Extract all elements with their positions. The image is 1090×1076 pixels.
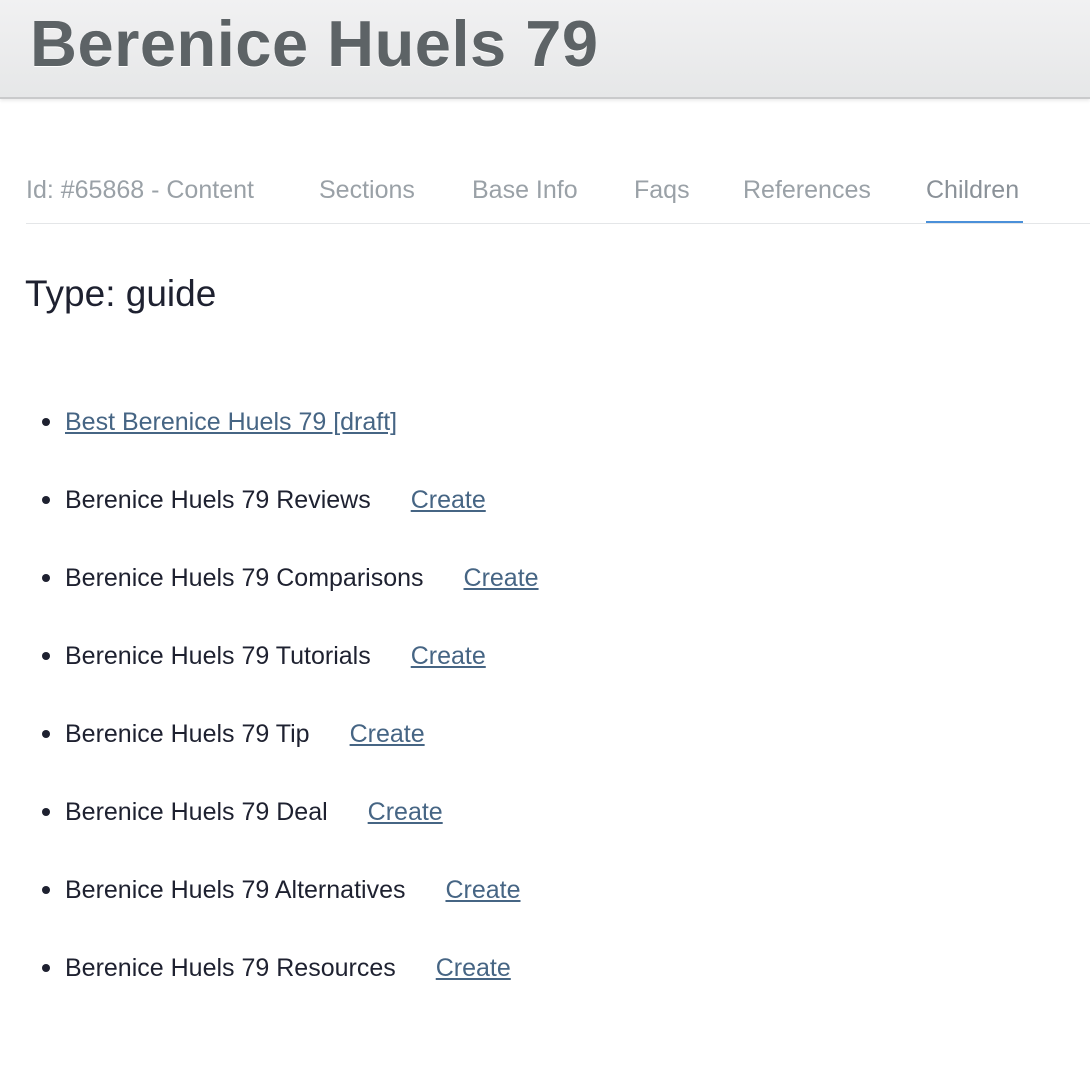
list-item: Berenice Huels 79 Comparisons Create xyxy=(0,554,1090,632)
bullet-icon xyxy=(42,574,50,582)
child-label: Berenice Huels 79 Reviews xyxy=(65,486,371,514)
page-title: Berenice Huels 79 xyxy=(30,7,599,80)
list-item: Berenice Huels 79 Alternatives Create xyxy=(0,866,1090,944)
child-label: Berenice Huels 79 Comparisons xyxy=(65,564,424,592)
child-label: Berenice Huels 79 Tutorials xyxy=(65,642,371,670)
list-item: Berenice Huels 79 Tip Create xyxy=(0,710,1090,788)
create-link-deal[interactable]: Create xyxy=(368,798,443,826)
bullet-icon xyxy=(42,730,50,738)
tab-sections[interactable]: Sections xyxy=(319,174,415,206)
tab-faqs[interactable]: Faqs xyxy=(634,174,690,206)
list-item: Berenice Huels 79 Resources Create xyxy=(0,944,1090,1022)
bullet-icon xyxy=(42,886,50,894)
create-link-tutorials[interactable]: Create xyxy=(411,642,486,670)
tab-bar: Id: #65868 - Content Sections Base Info … xyxy=(26,160,1090,224)
children-list: Best Berenice Huels 79 [draft] Berenice … xyxy=(0,398,1090,1022)
create-link-tip[interactable]: Create xyxy=(350,720,425,748)
child-label: Berenice Huels 79 Resources xyxy=(65,954,396,982)
create-link-comparisons[interactable]: Create xyxy=(464,564,539,592)
bullet-icon xyxy=(42,496,50,504)
child-label: Berenice Huels 79 Tip xyxy=(65,720,310,748)
page-header: Berenice Huels 79 xyxy=(0,0,1090,99)
list-item: Berenice Huels 79 Deal Create xyxy=(0,788,1090,866)
active-tab-indicator xyxy=(926,221,1023,223)
bullet-icon xyxy=(42,652,50,660)
type-heading: Type: guide xyxy=(25,273,217,314)
child-label: Berenice Huels 79 Alternatives xyxy=(65,876,406,904)
list-item: Best Berenice Huels 79 [draft] xyxy=(0,398,1090,476)
child-draft-link[interactable]: Best Berenice Huels 79 [draft] xyxy=(65,408,397,436)
tab-content[interactable]: Id: #65868 - Content xyxy=(26,174,254,206)
tab-children[interactable]: Children xyxy=(926,174,1019,206)
bullet-icon xyxy=(42,964,50,972)
list-item: Berenice Huels 79 Reviews Create xyxy=(0,476,1090,554)
create-link-reviews[interactable]: Create xyxy=(411,486,486,514)
bullet-icon xyxy=(42,418,50,426)
list-item: Berenice Huels 79 Tutorials Create xyxy=(0,632,1090,710)
bullet-icon xyxy=(42,808,50,816)
create-link-alternatives[interactable]: Create xyxy=(445,876,520,904)
tab-references[interactable]: References xyxy=(743,174,871,206)
child-label: Berenice Huels 79 Deal xyxy=(65,798,328,826)
tab-base-info[interactable]: Base Info xyxy=(472,174,578,206)
create-link-resources[interactable]: Create xyxy=(436,954,511,982)
